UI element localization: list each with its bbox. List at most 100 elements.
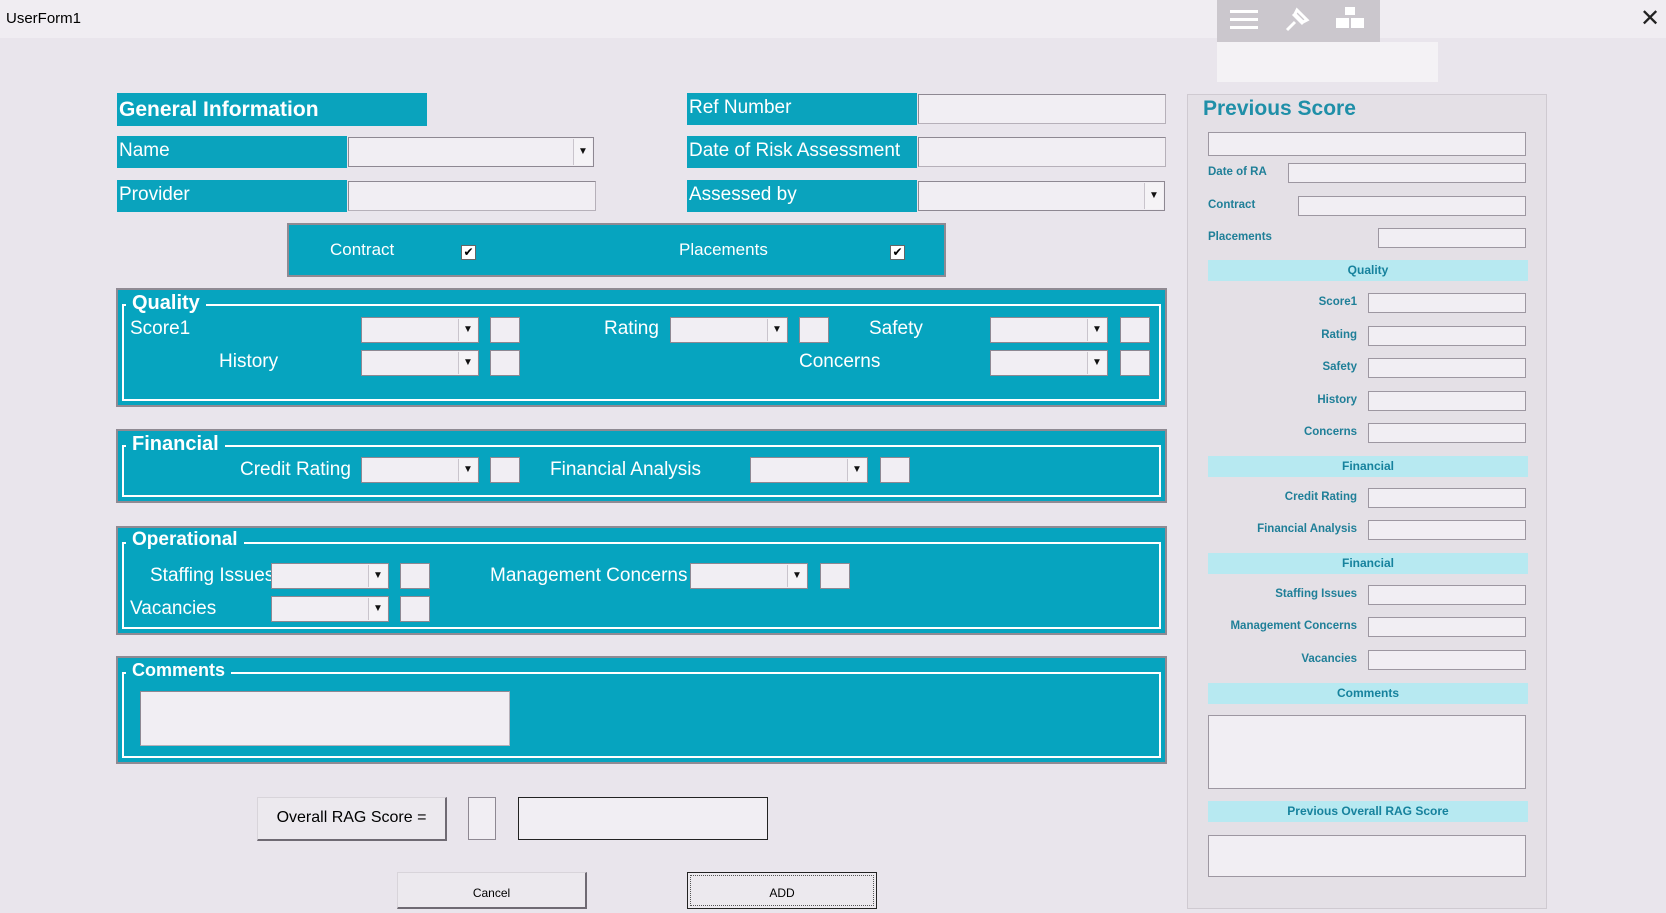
provider-input[interactable] (348, 181, 596, 211)
operational-frame-title: Operational (126, 528, 244, 552)
financial-analysis-combobox[interactable] (750, 457, 868, 483)
previous-rag-field[interactable] (1208, 835, 1526, 877)
chevron-down-icon[interactable] (787, 565, 806, 587)
title-bar (0, 0, 1666, 38)
previous-management-concerns-label: Management Concerns (1230, 620, 1357, 632)
credit-rating-combobox[interactable] (361, 457, 479, 483)
floating-toolbar (1217, 0, 1380, 42)
previous-comments-band: Comments (1208, 683, 1528, 704)
previous-rag-band: Previous Overall RAG Score (1208, 801, 1528, 822)
safety-label: Safety (869, 318, 923, 339)
date-of-risk-assessment-input[interactable] (918, 137, 1166, 167)
chevron-down-icon[interactable] (1087, 352, 1106, 374)
chevron-down-icon[interactable] (458, 319, 477, 341)
previous-management-concerns-field[interactable] (1368, 617, 1526, 637)
score1-combobox[interactable] (361, 317, 479, 343)
previous-staffing-issues-label: Staffing Issues (1275, 588, 1357, 600)
ref-number-input[interactable] (918, 94, 1166, 124)
previous-score1-field[interactable] (1368, 293, 1526, 313)
financial-analysis-value-box[interactable] (880, 457, 910, 483)
menu-icon[interactable] (1224, 6, 1264, 36)
provider-label: Provider (117, 180, 347, 212)
cancel-button[interactable]: Cancel (397, 872, 587, 909)
concerns-combobox[interactable] (990, 350, 1108, 376)
previous-credit-rating-field[interactable] (1368, 488, 1526, 508)
previous-safety-field[interactable] (1368, 358, 1526, 378)
previous-vacancies-field[interactable] (1368, 650, 1526, 670)
previous-date-label: Date of RA (1208, 166, 1267, 178)
previous-financial-band: Financial (1208, 456, 1528, 477)
staffing-issues-combobox[interactable] (271, 563, 389, 589)
vacancies-value-box[interactable] (400, 596, 430, 622)
chevron-down-icon[interactable] (458, 352, 477, 374)
history-combobox[interactable] (361, 350, 479, 376)
unpin-icon[interactable] (1277, 6, 1317, 36)
previous-financial-analysis-field[interactable] (1368, 520, 1526, 540)
quality-frame-title: Quality (126, 291, 206, 315)
previous-score-title: Previous Score (1203, 97, 1356, 120)
previous-vacancies-label: Vacancies (1301, 653, 1357, 665)
management-concerns-label: Management Concerns (490, 565, 688, 586)
previous-credit-rating-label: Credit Rating (1284, 491, 1357, 503)
staffing-issues-value-box[interactable] (400, 563, 430, 589)
previous-placements-field[interactable] (1378, 228, 1526, 248)
previous-contract-field[interactable] (1298, 196, 1526, 216)
comments-textbox[interactable] (140, 691, 510, 746)
management-concerns-combobox[interactable] (690, 563, 808, 589)
financial-analysis-label: Financial Analysis (550, 459, 702, 480)
previous-date-field[interactable] (1288, 163, 1526, 183)
chevron-down-icon[interactable] (368, 598, 387, 620)
assessed-by-combobox[interactable] (918, 181, 1165, 211)
window-title: UserForm1 (6, 10, 82, 27)
vacancies-combobox[interactable] (271, 596, 389, 622)
previous-financial-analysis-label: Financial Analysis (1257, 523, 1357, 535)
score1-label: Score1 (130, 318, 191, 339)
chevron-down-icon[interactable] (1087, 319, 1106, 341)
comments-frame-title: Comments (126, 658, 232, 682)
previous-name-field[interactable] (1208, 132, 1526, 156)
chevron-down-icon[interactable] (458, 459, 477, 481)
chevron-down-icon[interactable] (847, 459, 866, 481)
rating-label: Rating (604, 318, 659, 339)
previous-operational-band: Financial (1208, 553, 1528, 574)
history-label: History (219, 351, 279, 372)
name-label: Name (117, 136, 347, 168)
placements-checkbox[interactable]: ✔ (890, 245, 905, 260)
previous-comments-field[interactable] (1208, 715, 1526, 789)
previous-history-field[interactable] (1368, 391, 1526, 411)
placements-checkbox-label: Placements (679, 240, 768, 259)
windows-icon[interactable] (1330, 6, 1370, 36)
add-button[interactable]: ADD (687, 872, 877, 909)
concerns-label: Concerns (799, 351, 881, 372)
credit-rating-label: Credit Rating (240, 459, 351, 480)
name-combobox[interactable] (348, 137, 594, 167)
previous-safety-label: Safety (1322, 361, 1357, 373)
chevron-down-icon[interactable] (368, 565, 387, 587)
rating-value-box[interactable] (799, 317, 829, 343)
chevron-down-icon[interactable] (767, 319, 786, 341)
close-icon[interactable]: ✕ (1636, 4, 1664, 34)
overall-rag-value-box[interactable] (468, 797, 496, 840)
financial-frame-title: Financial (126, 432, 225, 456)
safety-combobox[interactable] (990, 317, 1108, 343)
management-concerns-value-box[interactable] (820, 563, 850, 589)
history-value-box[interactable] (490, 350, 520, 376)
chevron-down-icon[interactable] (573, 139, 592, 165)
concerns-value-box[interactable] (1120, 350, 1150, 376)
previous-contract-label: Contract (1208, 199, 1256, 211)
previous-rating-field[interactable] (1368, 326, 1526, 346)
previous-rating-label: Rating (1321, 329, 1357, 341)
overall-rag-score-label: Overall RAG Score = (257, 797, 447, 841)
rating-combobox[interactable] (670, 317, 788, 343)
overall-rag-score-textbox[interactable] (518, 797, 768, 840)
toolbar-blank-area (1217, 42, 1438, 82)
ref-number-label: Ref Number (687, 93, 917, 125)
chevron-down-icon[interactable] (1144, 183, 1163, 209)
credit-rating-value-box[interactable] (490, 457, 520, 483)
previous-score1-label: Score1 (1318, 296, 1357, 308)
safety-value-box[interactable] (1120, 317, 1150, 343)
score1-value-box[interactable] (490, 317, 520, 343)
previous-concerns-field[interactable] (1368, 423, 1526, 443)
contract-checkbox[interactable]: ✔ (461, 245, 476, 260)
previous-staffing-issues-field[interactable] (1368, 585, 1526, 605)
